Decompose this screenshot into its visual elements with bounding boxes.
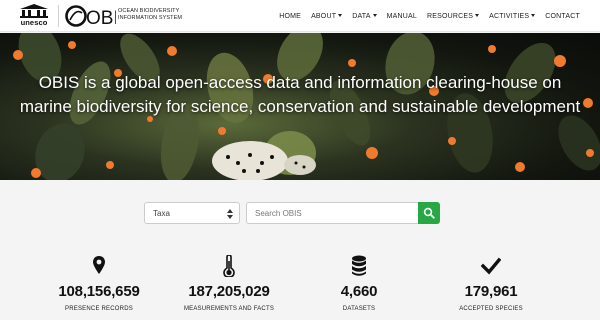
logo-divider — [58, 5, 59, 27]
stat-measurements: 187,205,029 MEASUREMENTS AND FACTS — [164, 255, 294, 312]
obis-logo[interactable]: OBIS — [64, 3, 116, 29]
unesco-wordmark: unesco — [20, 18, 48, 27]
caret-down-icon — [338, 13, 343, 17]
nav-activities[interactable]: ACTIVITIES — [489, 12, 536, 20]
top-navbar: unesco OBIS OCEAN BIODIVERSITY INFORMATI… — [0, 0, 600, 32]
search-type-value: Taxa — [153, 209, 170, 218]
nav-activities-label: ACTIVITIES — [489, 12, 530, 20]
stat-label: ACCEPTED SPECIES — [459, 306, 523, 312]
search-input[interactable] — [246, 202, 418, 224]
caret-down-icon — [372, 13, 377, 17]
nav-data-label: DATA — [352, 12, 371, 20]
nav-manual-label: MANUAL — [386, 12, 417, 20]
stat-label: PRESENCE RECORDS — [65, 306, 133, 312]
nav-home-label: HOME — [279, 12, 302, 20]
stat-value: 108,156,659 — [58, 283, 140, 300]
nav-resources[interactable]: RESOURCES — [427, 12, 480, 20]
nav-resources-label: RESOURCES — [427, 12, 474, 20]
stat-value: 187,205,029 — [188, 283, 270, 300]
search-button[interactable] — [418, 202, 440, 224]
nav-manual[interactable]: MANUAL — [387, 13, 417, 20]
stat-value: 179,961 — [464, 283, 518, 300]
database-icon — [352, 255, 366, 276]
stats-section: 108,156,659 PRESENCE RECORDS 187,205,029… — [0, 255, 600, 320]
thermometer-icon — [223, 255, 235, 277]
nav-about[interactable]: ABOUT — [311, 12, 343, 20]
hero-tagline: OBIS is a global open-access data and in… — [19, 73, 581, 116]
stat-presence-records: 108,156,659 PRESENCE RECORDS — [34, 255, 164, 312]
stat-label: DATASETS — [342, 306, 376, 312]
nav-home[interactable]: HOME — [279, 13, 301, 20]
unesco-temple-icon — [20, 4, 48, 18]
obis-logo-text: OBIS — [86, 8, 116, 29]
stat-datasets: 4,660 DATASETS — [294, 255, 424, 312]
unesco-logo[interactable]: unesco — [14, 4, 54, 28]
nav-about-label: ABOUT — [311, 12, 337, 20]
search-icon — [423, 207, 435, 219]
obis-subtitle: OCEAN BIODIVERSITY INFORMATION SYSTEM — [118, 8, 198, 22]
obis-subtitle-line2: INFORMATION SYSTEM — [118, 15, 183, 21]
stat-accepted-species: 179,961 ACCEPTED SPECIES — [426, 255, 556, 312]
nav-data[interactable]: DATA — [352, 12, 377, 20]
map-marker-icon — [93, 256, 105, 274]
search-type-select[interactable]: Taxa — [144, 202, 240, 224]
checkmark-icon — [481, 257, 501, 275]
nav-contact[interactable]: CONTACT — [545, 13, 580, 20]
select-arrows-icon — [227, 209, 233, 219]
hero-banner: OBIS is a global open-access data and in… — [0, 33, 600, 180]
nav-contact-label: CONTACT — [545, 12, 580, 20]
stat-value: 4,660 — [340, 283, 378, 300]
stat-label: MEASUREMENTS AND FACTS — [183, 306, 275, 312]
caret-down-icon — [531, 13, 536, 17]
obis-subtitle-line1: OCEAN BIODIVERSITY — [118, 8, 180, 14]
caret-down-icon — [475, 13, 480, 17]
main-nav: HOME ABOUT DATA MANUAL RESOURCES ACTIVIT… — [279, 0, 580, 32]
